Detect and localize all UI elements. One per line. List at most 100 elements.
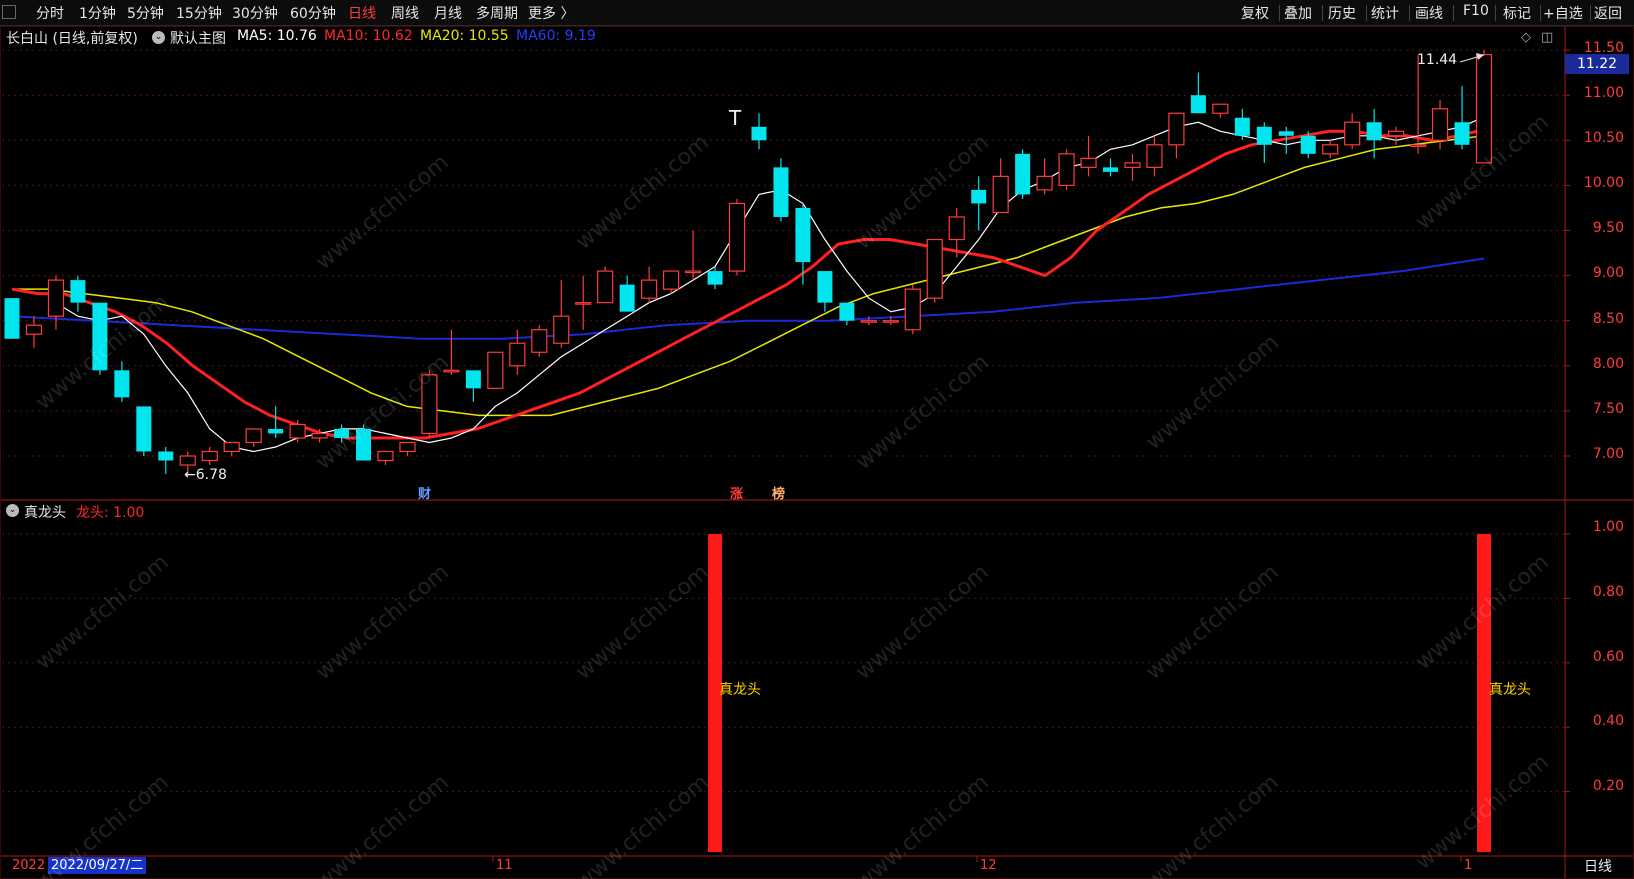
candle-body xyxy=(509,342,526,367)
candle xyxy=(971,176,987,231)
candle-body xyxy=(860,320,877,323)
candle-body xyxy=(1475,54,1493,164)
candle xyxy=(136,406,152,456)
candle xyxy=(245,428,262,447)
candle-body xyxy=(92,302,108,371)
candle xyxy=(201,446,218,466)
ma5-line xyxy=(55,116,1485,453)
candle-body xyxy=(399,441,416,453)
candle xyxy=(223,441,240,456)
candle-body xyxy=(487,351,504,389)
candle-body xyxy=(1146,144,1163,168)
candle-body xyxy=(992,175,1009,214)
candle xyxy=(92,302,108,375)
price-tick: 7.50 xyxy=(1592,401,1624,417)
candle xyxy=(531,325,548,357)
candle-body xyxy=(1366,122,1382,141)
candle-body xyxy=(971,189,987,204)
candle xyxy=(817,271,833,312)
candle-body xyxy=(663,270,680,290)
candle xyxy=(553,280,570,348)
indicator-name[interactable]: 真龙头 xyxy=(24,502,66,522)
template-name[interactable]: 默认主图 xyxy=(170,28,226,48)
candle xyxy=(575,275,592,330)
candle-body xyxy=(641,279,658,299)
candle-body xyxy=(1409,144,1427,147)
candle xyxy=(487,351,504,389)
panel-toggle-icon[interactable]: ◫ xyxy=(1541,30,1553,45)
candle xyxy=(1015,149,1031,199)
indicator-tick: 1.00 xyxy=(1592,519,1624,535)
finance-marker[interactable]: 财 xyxy=(418,483,431,502)
candle-body xyxy=(1388,130,1405,137)
candle xyxy=(773,158,789,222)
candle xyxy=(926,238,943,303)
ma10-line xyxy=(11,128,1485,440)
ma20-value: MA20: 10.55 xyxy=(420,28,509,44)
candle-body xyxy=(597,270,614,304)
candle-body xyxy=(795,207,811,263)
date-month-tick: 11 xyxy=(496,858,513,873)
candle-body xyxy=(684,270,702,274)
chart-canvas[interactable] xyxy=(0,0,1634,879)
candle-body xyxy=(1190,95,1206,114)
candle xyxy=(839,302,855,326)
price-tick: 8.50 xyxy=(1592,311,1624,327)
candle-body xyxy=(619,284,635,312)
candle-body xyxy=(1256,126,1272,145)
t-marker: T xyxy=(729,106,742,130)
candle-body xyxy=(47,279,65,317)
candle xyxy=(1036,158,1053,195)
candle xyxy=(641,266,658,303)
candle-body xyxy=(1212,103,1229,114)
ma60-value: MA60: 9.19 xyxy=(516,28,596,44)
date-month-tick: 12 xyxy=(980,858,997,873)
candle-body xyxy=(245,428,262,444)
candle xyxy=(728,198,746,276)
candle-body xyxy=(443,369,460,373)
candle-body xyxy=(421,374,438,435)
chevron-down-icon[interactable]: ⌄ xyxy=(152,31,165,44)
candle-body xyxy=(1234,117,1250,136)
candle-body xyxy=(1344,121,1361,146)
candle xyxy=(1322,140,1339,159)
chevron-down-icon[interactable]: ⌄ xyxy=(6,504,19,517)
candle-body xyxy=(179,455,196,466)
candle-body xyxy=(70,280,86,303)
candle xyxy=(1168,112,1185,159)
candle xyxy=(1124,153,1141,181)
candle-body xyxy=(201,450,218,462)
diamond-icon[interactable]: ◇ xyxy=(1521,30,1531,45)
candle xyxy=(1058,149,1075,190)
candle-body xyxy=(751,126,767,141)
candle-body xyxy=(839,302,855,321)
stock-chart-window: 分时 1分钟 5分钟 15分钟 30分钟 60分钟 日线 周线 月线 多周期 更… xyxy=(0,0,1634,879)
high-price-annotation: 11.44 xyxy=(1417,52,1458,68)
candle xyxy=(597,266,614,304)
signal-label: 真龙头 xyxy=(1489,682,1531,698)
period-footer-tab[interactable]: 日线 xyxy=(1566,857,1630,877)
candle-body xyxy=(1300,135,1316,154)
candle-body xyxy=(268,428,284,434)
candle-body xyxy=(465,370,481,389)
price-tick: 10.00 xyxy=(1583,175,1624,191)
price-tick: 8.00 xyxy=(1592,356,1624,372)
candle xyxy=(1344,113,1361,150)
limit-up-marker[interactable]: 涨 xyxy=(730,483,743,502)
price-tick: 9.50 xyxy=(1592,220,1624,236)
stock-title: 长白山 (日线,前复权) xyxy=(6,31,138,47)
candle xyxy=(684,230,702,281)
candle xyxy=(356,424,372,461)
candle xyxy=(619,275,635,312)
low-price-annotation: ←6.78 xyxy=(184,467,227,483)
ranking-marker[interactable]: 榜 xyxy=(772,483,785,502)
candle xyxy=(421,370,438,438)
candle xyxy=(114,361,130,402)
candle xyxy=(795,203,811,285)
candle-body xyxy=(1103,167,1119,172)
current-price-tag: 11.22 xyxy=(1565,54,1629,74)
candle-body xyxy=(223,441,240,453)
candle-body xyxy=(575,302,592,305)
candle xyxy=(1388,126,1405,145)
candlestick-series xyxy=(4,50,1493,476)
